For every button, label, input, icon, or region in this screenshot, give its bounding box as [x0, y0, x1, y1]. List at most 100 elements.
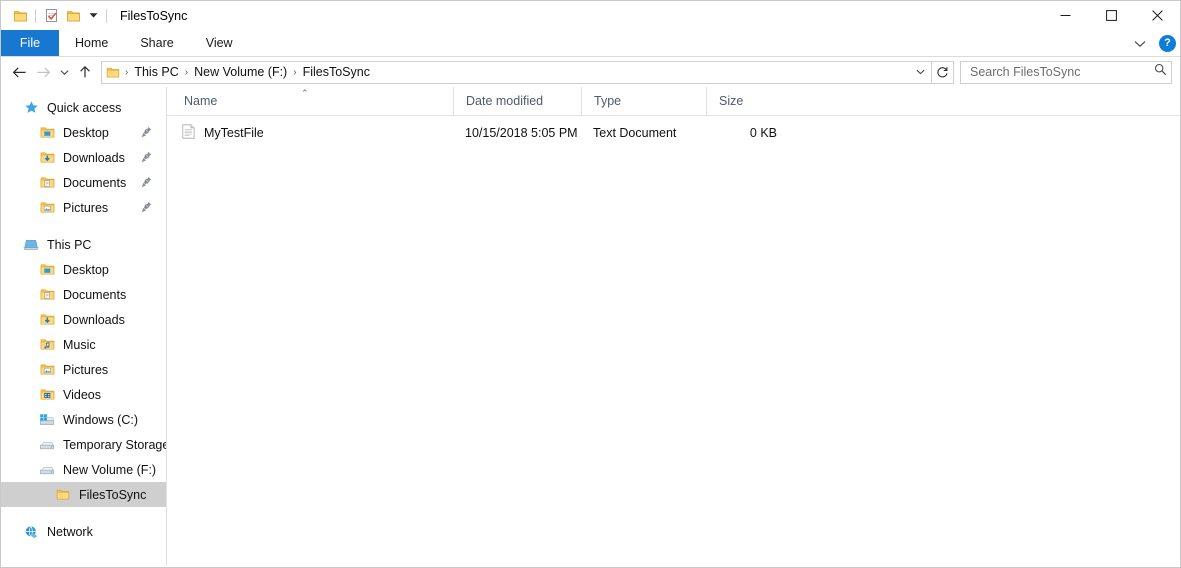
toolbar-separator-1 [35, 8, 36, 23]
breadcrumb-separator-2[interactable]: › [290, 67, 299, 78]
sidebar-item-pictures-qa[interactable]: Pictures [1, 195, 166, 220]
sidebar-item-label: Downloads [63, 150, 125, 165]
chevron-down-icon[interactable] [911, 62, 929, 83]
column-header-size[interactable]: Size [706, 86, 791, 116]
minimize-button[interactable] [1042, 1, 1088, 30]
tab-view[interactable]: View [190, 30, 249, 56]
forward-button[interactable] [31, 60, 55, 84]
sidebar-item-desktop-qa[interactable]: Desktop [1, 120, 166, 145]
sidebar-item-label: Videos [63, 387, 101, 402]
chevron-down-icon[interactable] [1129, 33, 1151, 55]
column-header-label: Date modified [466, 94, 544, 108]
sidebar-item-label: Windows (C:) [63, 412, 139, 427]
sidebar-item-videos[interactable]: Videos [1, 382, 166, 407]
column-header-name[interactable]: ⌃ Name [167, 87, 453, 116]
drive-icon [37, 439, 57, 451]
sidebar-item-new-volume-f[interactable]: New Volume (F:) [1, 457, 166, 482]
file-type-cell: Text Document [593, 125, 677, 140]
folder-music-icon [37, 338, 57, 351]
back-button[interactable] [7, 60, 31, 84]
sidebar-item-label: Pictures [63, 362, 109, 377]
file-name-label: MyTestFile [204, 125, 264, 140]
search-box[interactable] [960, 60, 1172, 84]
sidebar-item-this-pc[interactable]: This PC [1, 232, 166, 257]
refresh-button[interactable] [932, 60, 954, 84]
sidebar-item-music[interactable]: Music [1, 332, 166, 357]
sidebar-item-temporary-storage[interactable]: Temporary Storage ( [1, 432, 166, 457]
sidebar-item-network[interactable]: Network [1, 519, 166, 544]
pin-icon[interactable] [141, 176, 152, 191]
folder-icon[interactable] [9, 5, 31, 27]
help-button[interactable]: ? [1159, 35, 1176, 52]
column-header-type[interactable]: Type [581, 86, 706, 116]
computer-icon [21, 238, 41, 252]
navigation-pane[interactable]: Quick access Desktop Downloads Documents… [1, 87, 167, 566]
column-header-label: Type [594, 94, 622, 108]
sidebar-group-gap-2 [1, 507, 166, 519]
window-controls [1042, 1, 1180, 30]
sidebar-item-label: Downloads [63, 312, 125, 327]
sidebar-item-desktop[interactable]: Desktop [1, 257, 166, 282]
folder-downloads-icon [37, 151, 57, 164]
file-date-cell: 10/15/2018 5:05 PM [465, 125, 578, 140]
sidebar-item-label: Documents [63, 175, 127, 190]
sidebar-item-label: New Volume (F:) [63, 462, 157, 477]
breadcrumb-item-filestosync[interactable]: FilesToSync [300, 65, 373, 79]
maximize-button[interactable] [1088, 1, 1134, 30]
tab-share[interactable]: Share [124, 30, 189, 56]
sidebar-item-quick-access[interactable]: Quick access [1, 95, 166, 120]
quick-access-toolbar [9, 5, 111, 27]
sidebar-item-filestosync[interactable]: FilesToSync [1, 482, 166, 507]
breadcrumb-item-new-volume[interactable]: New Volume (F:) [191, 65, 290, 79]
explorer-body: Quick access Desktop Downloads Documents… [1, 86, 1180, 566]
column-headers: ⌃ Name Date modified Type Size [167, 86, 1180, 116]
network-icon [21, 525, 41, 539]
title-bar: FilesToSync [1, 1, 1180, 30]
chevron-down-icon[interactable] [84, 5, 102, 27]
search-icon[interactable] [1154, 63, 1167, 81]
column-header-label: Name [184, 94, 218, 108]
ribbon-tabs: File Home Share View ? [1, 30, 1180, 57]
sidebar-item-label: Desktop [63, 262, 109, 277]
folder-icon [106, 66, 120, 79]
table-row[interactable]: MyTestFile 10/15/2018 5:05 PM Text Docum… [167, 120, 1180, 145]
sidebar-item-documents[interactable]: Documents [1, 282, 166, 307]
sidebar-item-windows-c[interactable]: Windows (C:) [1, 407, 166, 432]
sidebar-item-label: Pictures [63, 200, 109, 215]
drive-icon [37, 464, 57, 476]
pin-icon[interactable] [141, 126, 152, 141]
sidebar-item-downloads[interactable]: Downloads [1, 307, 166, 332]
breadcrumb-separator-0[interactable]: › [122, 67, 131, 78]
properties-icon[interactable] [40, 5, 62, 27]
sidebar-item-downloads-qa[interactable]: Downloads [1, 145, 166, 170]
sidebar-item-label: Documents [63, 287, 127, 302]
file-list-pane: ⌃ Name Date modified Type Size MyTestFil… [167, 86, 1180, 566]
sidebar-item-label: Music [63, 337, 96, 352]
breadcrumb-separator-1[interactable]: › [182, 67, 191, 78]
sidebar-item-pictures[interactable]: Pictures [1, 357, 166, 382]
folder-desktop-icon [37, 263, 57, 276]
file-name-cell[interactable]: MyTestFile [167, 120, 453, 145]
sidebar-item-label: FilesToSync [79, 487, 147, 502]
folder-documents-icon [37, 288, 57, 301]
breadcrumb[interactable]: › This PC › New Volume (F:) › FilesToSyn… [101, 60, 932, 84]
pin-icon[interactable] [141, 201, 152, 216]
new-folder-icon[interactable] [62, 5, 84, 27]
breadcrumb-item-this-pc[interactable]: This PC [131, 65, 181, 79]
close-button[interactable] [1134, 1, 1180, 30]
folder-icon [53, 488, 73, 501]
tab-home[interactable]: Home [59, 30, 124, 56]
column-header-date-modified[interactable]: Date modified [453, 86, 581, 116]
sidebar-item-label: Temporary Storage ( [63, 437, 167, 452]
search-input[interactable] [968, 64, 1154, 80]
sidebar-item-documents-qa[interactable]: Documents [1, 170, 166, 195]
up-button[interactable] [73, 60, 97, 84]
folder-pictures-icon [37, 363, 57, 376]
recent-locations-button[interactable] [55, 60, 73, 84]
sidebar-item-label: Desktop [63, 125, 109, 140]
tab-file[interactable]: File [1, 30, 59, 56]
folder-documents-icon [37, 176, 57, 189]
pin-icon[interactable] [141, 151, 152, 166]
sidebar-item-label: This PC [47, 237, 92, 252]
